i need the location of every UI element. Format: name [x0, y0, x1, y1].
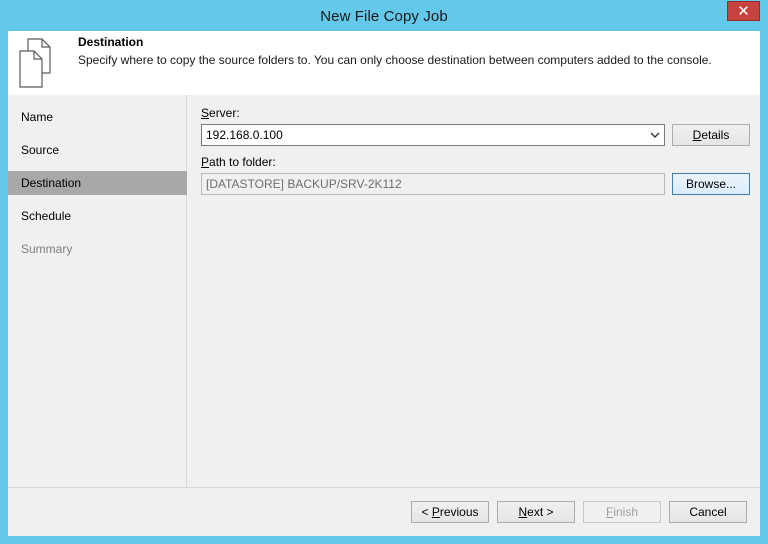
cancel-button[interactable]: Cancel — [669, 501, 747, 523]
path-field: [DATASTORE] BACKUP/SRV-2K112 — [201, 173, 665, 195]
document-copy-icon — [19, 38, 51, 88]
step-description: Specify where to copy the source folders… — [78, 53, 712, 67]
path-label: Path to folder: — [201, 155, 276, 169]
nav-item-destination[interactable]: Destination — [8, 171, 187, 195]
dialog-client: Destination Specify where to copy the so… — [8, 31, 760, 536]
window-title: New File Copy Job — [320, 7, 448, 25]
step-header: Destination Specify where to copy the so… — [8, 31, 760, 95]
nav-item-summary: Summary — [21, 242, 73, 256]
wizard-steps-nav: Name Source Destination Schedule Summary — [8, 95, 187, 487]
close-button[interactable]: ✕ — [727, 1, 760, 21]
dialog-window: New File Copy Job ✕ Destination Specify … — [0, 0, 768, 544]
server-value: 192.168.0.100 — [206, 128, 283, 142]
title-bar[interactable]: New File Copy Job ✕ — [0, 0, 768, 31]
nav-item-schedule[interactable]: Schedule — [8, 204, 187, 228]
next-button[interactable]: Next > — [497, 501, 575, 523]
nav-item-source[interactable]: Source — [8, 138, 187, 162]
close-icon: ✕ — [737, 3, 750, 20]
server-label: Server: — [201, 106, 240, 120]
path-value: [DATASTORE] BACKUP/SRV-2K112 — [206, 177, 402, 191]
wizard-footer: < Previous Next > Finish Cancel — [8, 487, 760, 536]
finish-button: Finish — [583, 501, 661, 523]
chevron-down-icon — [650, 132, 660, 138]
destination-form: Server: 192.168.0.100 Details Path to fo… — [188, 95, 760, 487]
server-select[interactable]: 192.168.0.100 — [201, 124, 665, 146]
wizard-body: Name Source Destination Schedule Summary… — [8, 95, 760, 487]
previous-button[interactable]: < Previous — [411, 501, 489, 523]
details-button[interactable]: Details — [672, 124, 750, 146]
step-title: Destination — [78, 35, 144, 49]
nav-item-name[interactable]: Name — [8, 105, 187, 129]
browse-button[interactable]: Browse... — [672, 173, 750, 195]
